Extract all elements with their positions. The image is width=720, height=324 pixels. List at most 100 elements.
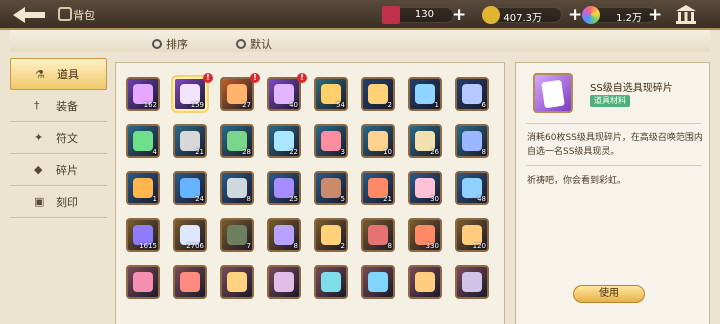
inventory-slot[interactable]: 3 (314, 124, 348, 158)
inventory-slot[interactable] (314, 265, 348, 299)
item-icon (368, 225, 388, 245)
inventory-slot[interactable]: 7 (220, 218, 254, 252)
inventory-slot[interactable]: 10 (361, 124, 395, 158)
flask-icon: ⚗ (35, 68, 45, 81)
inventory-slot[interactable]: 24 (173, 171, 207, 205)
tab-equipment[interactable]: † 装备 (10, 90, 107, 122)
tab-seals[interactable]: ▣ 刻印 (10, 186, 107, 218)
item-icon (274, 225, 294, 245)
item-count: 1 (152, 195, 157, 203)
item-count: 24 (195, 195, 204, 203)
inventory-slot[interactable]: 1 (126, 171, 160, 205)
gem-resource: 1.2万 + (582, 5, 672, 25)
item-count: 10 (383, 148, 392, 156)
inventory-slot[interactable]: 25 (267, 171, 301, 205)
item-description: 消耗60枚SS级具现碎片，在高级召唤范围内自选一名SS级具现灵。 (527, 133, 703, 157)
add-gem-button[interactable]: + (648, 6, 662, 24)
item-count: 5 (340, 195, 345, 203)
inventory-slot[interactable] (126, 265, 160, 299)
inventory-slot[interactable]: 40 (267, 77, 301, 111)
tab-label: 装备 (56, 99, 78, 113)
item-count: 48 (477, 195, 486, 203)
item-count: 8 (246, 195, 251, 203)
back-button[interactable] (4, 2, 54, 28)
inventory-slot[interactable]: 22 (267, 124, 301, 158)
inventory-slot[interactable]: 30 (408, 171, 442, 205)
inventory-slot[interactable] (361, 265, 395, 299)
inventory-slot[interactable] (220, 265, 254, 299)
tab-items[interactable]: ⚗ 道具 (10, 58, 107, 90)
inventory-slot[interactable] (408, 265, 442, 299)
item-icon (133, 178, 153, 198)
inventory-slot[interactable]: 4 (126, 124, 160, 158)
divider (526, 165, 701, 166)
inventory-slot[interactable] (455, 265, 489, 299)
inventory-slot[interactable]: 2 (361, 77, 395, 111)
inventory-slot[interactable]: 330 (408, 218, 442, 252)
item-icon (321, 131, 341, 151)
default-sort-option[interactable]: 默认 (236, 36, 272, 52)
inventory-slot[interactable] (267, 265, 301, 299)
item-icon (227, 178, 247, 198)
item-icon (415, 84, 435, 104)
ticket-icon (382, 6, 400, 24)
item-flavor-text: 祈祷吧，你会看到彩虹。 (527, 176, 627, 186)
shard-icon: ◆ (34, 163, 43, 176)
item-count: 21 (195, 148, 204, 156)
inventory-slot[interactable]: 2 (314, 218, 348, 252)
inventory-slot[interactable]: 159 (173, 77, 207, 111)
tab-label: 符文 (56, 131, 78, 145)
inventory-slot[interactable]: 6 (455, 77, 489, 111)
inventory-grid: 162 159! 27! 40! 54 2 1 6 4 21 28 22 3 10 26 8 1 24 8 25 5 21… (115, 62, 505, 324)
item-icon (227, 225, 247, 245)
inventory-slot[interactable]: 8 (361, 218, 395, 252)
sort-label: 排序 (166, 38, 188, 51)
item-icon (227, 272, 247, 292)
add-ticket-button[interactable]: + (452, 6, 466, 24)
tab-runes[interactable]: ✦ 符文 (10, 122, 107, 154)
inventory-slot[interactable]: 28 (220, 124, 254, 158)
item-count: 330 (425, 242, 439, 250)
inventory-slot[interactable]: 8 (455, 124, 489, 158)
sort-toggle[interactable]: 排序 (152, 36, 188, 52)
inventory-slot[interactable]: 8 (267, 218, 301, 252)
divider (526, 123, 701, 124)
inventory-slot[interactable]: 1 (408, 77, 442, 111)
item-icon (133, 272, 153, 292)
inventory-slot[interactable]: 2706 (173, 218, 207, 252)
item-count: 27 (242, 101, 251, 109)
inventory-slot[interactable] (173, 265, 207, 299)
inventory-slot[interactable]: 5 (314, 171, 348, 205)
inventory-slot[interactable]: 8 (220, 171, 254, 205)
item-count: 8 (293, 242, 298, 250)
item-count: 4 (152, 148, 157, 156)
item-icon (462, 84, 482, 104)
bag-icon (58, 7, 72, 21)
tab-label: 道具 (57, 68, 79, 81)
item-count: 1 (434, 101, 439, 109)
ticket-value: 130 (414, 9, 434, 20)
item-count: 40 (289, 101, 298, 109)
inventory-slot[interactable]: 162 (126, 77, 160, 111)
alert-badge-icon: ! (250, 73, 260, 83)
add-gold-button[interactable]: + (568, 6, 582, 24)
top-bar: 背包 130 + 407.3万 + 1.2万 + (0, 0, 720, 30)
inventory-slot[interactable]: 26 (408, 124, 442, 158)
sort-icon (152, 39, 162, 49)
seal-icon: ▣ (34, 195, 45, 208)
item-count: 25 (289, 195, 298, 203)
inventory-slot[interactable]: 27 (220, 77, 254, 111)
tab-shards[interactable]: ◆ 碎片 (10, 154, 107, 186)
inventory-slot[interactable]: 1615 (126, 218, 160, 252)
item-count: 162 (143, 101, 157, 109)
inventory-slot[interactable]: 48 (455, 171, 489, 205)
item-icon (321, 178, 341, 198)
alert-badge-icon: ! (203, 73, 213, 83)
home-button[interactable] (674, 3, 698, 25)
inventory-slot[interactable]: 54 (314, 77, 348, 111)
inventory-slot[interactable]: 120 (455, 218, 489, 252)
item-icon (321, 225, 341, 245)
inventory-slot[interactable]: 21 (173, 124, 207, 158)
use-button[interactable]: 使用 (573, 285, 645, 303)
inventory-slot[interactable]: 21 (361, 171, 395, 205)
